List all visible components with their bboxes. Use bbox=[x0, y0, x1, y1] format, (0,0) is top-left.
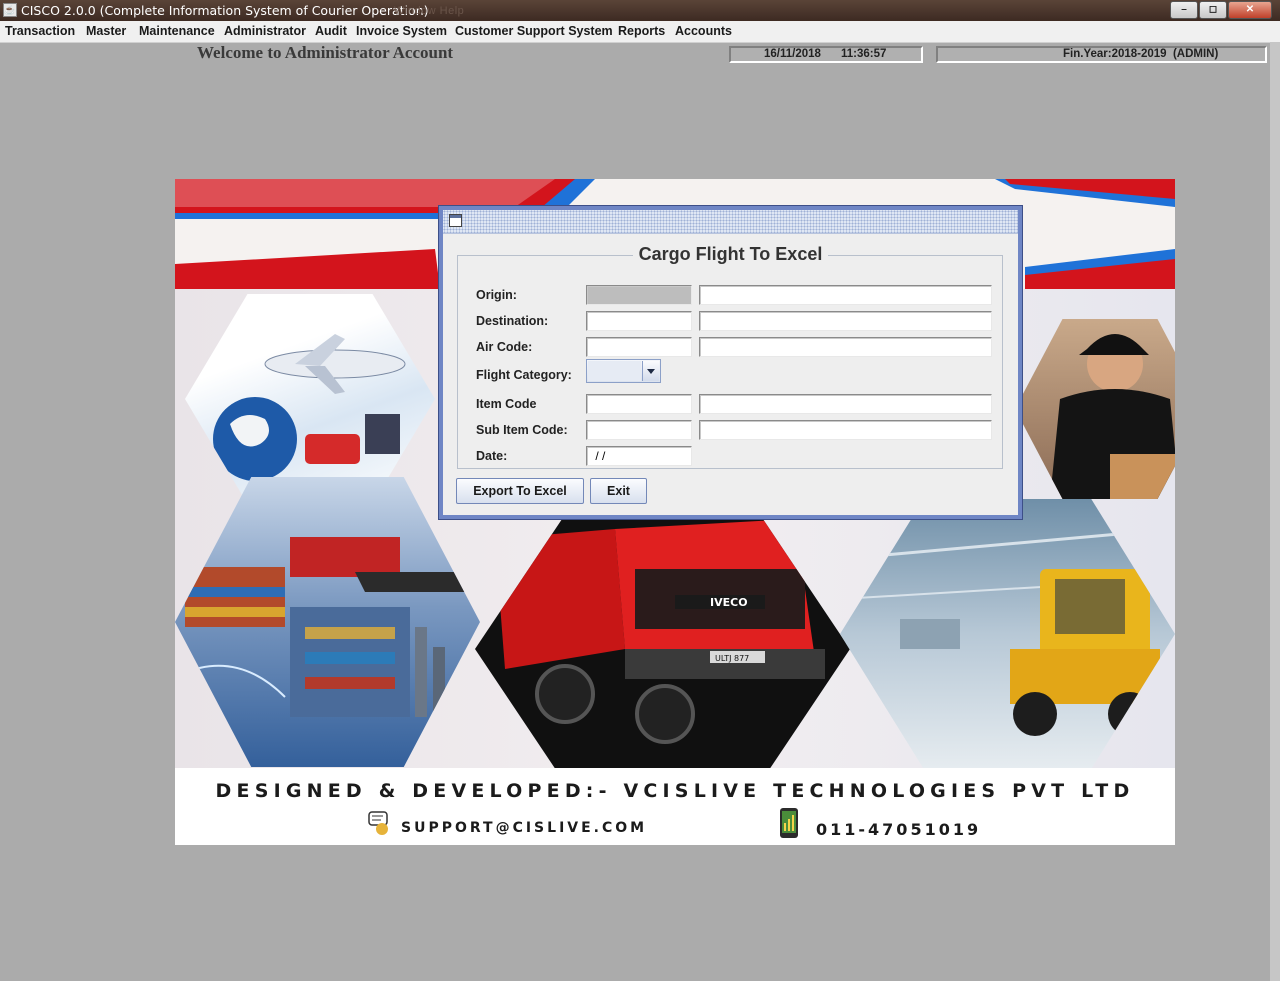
dialog-heading-text: Cargo Flight To Excel bbox=[632, 244, 829, 264]
close-button[interactable]: ✕ bbox=[1228, 1, 1272, 19]
menu-reports[interactable]: Reports bbox=[618, 24, 665, 38]
menu-invoice-system[interactable]: Invoice System bbox=[356, 24, 447, 38]
chevron-down-icon[interactable] bbox=[642, 361, 659, 381]
flight-category-value bbox=[588, 361, 641, 381]
air-code-field[interactable] bbox=[586, 337, 692, 357]
right-edge-panel bbox=[1270, 42, 1280, 981]
export-to-excel-button[interactable]: Export To Excel bbox=[456, 478, 584, 504]
menu-master[interactable]: Master bbox=[86, 24, 126, 38]
banner-footer: DESIGNED & DEVELOPED:- VCISLIVE TECHNOLO… bbox=[175, 768, 1175, 845]
item-name-field[interactable] bbox=[699, 394, 992, 414]
window-controls: – ◻ ✕ bbox=[1170, 1, 1272, 19]
item-code-label: Item Code bbox=[476, 397, 537, 411]
status-time: 11:36:57 bbox=[841, 48, 887, 60]
welcome-heading: Welcome to Administrator Account bbox=[197, 43, 454, 62]
flight-category-select[interactable] bbox=[586, 359, 661, 383]
menu-transaction[interactable]: Transaction bbox=[5, 24, 75, 38]
destination-name-field[interactable] bbox=[699, 311, 992, 331]
origin-label: Origin: bbox=[476, 288, 517, 302]
destination-label: Destination: bbox=[476, 314, 549, 328]
sub-item-code-label: Sub Item Code: bbox=[476, 423, 568, 437]
window-ghost-menu: Window Help bbox=[394, 5, 465, 17]
truck-brand-text: IVECO bbox=[710, 596, 748, 609]
support-phone: 011-47051019 bbox=[816, 820, 982, 839]
destination-code-field[interactable] bbox=[586, 311, 692, 331]
menu-audit[interactable]: Audit bbox=[315, 24, 347, 38]
developer-credit: DESIGNED & DEVELOPED:- VCISLIVE TECHNOLO… bbox=[215, 780, 1135, 802]
cargo-flight-dialog: Cargo Flight To Excel Origin: Destinatio… bbox=[439, 206, 1022, 519]
datetime-status: 16/11/2018 11:36:57 bbox=[729, 46, 923, 63]
date-label: Date: bbox=[476, 449, 508, 463]
menu-accounts[interactable]: Accounts bbox=[675, 24, 732, 38]
support-email: SUPPORT@CISLIVE.COM bbox=[401, 820, 648, 836]
window-title-bar: ☕ CISCO 2.0.0 (Complete Information Syst… bbox=[0, 0, 1280, 21]
flight-category-label: Flight Category: bbox=[476, 368, 572, 382]
menu-administrator[interactable]: Administrator bbox=[224, 24, 306, 38]
maximize-button[interactable]: ◻ bbox=[1199, 1, 1227, 19]
fin-year-status: Fin.Year:2018-2019 (ADMIN) bbox=[936, 46, 1267, 63]
menu-bar: Transaction Master Maintenance Administr… bbox=[0, 21, 1280, 43]
support-chat-icon bbox=[368, 810, 392, 836]
menu-customer-support-system[interactable]: Customer Support System bbox=[455, 24, 613, 38]
window-icon bbox=[449, 214, 462, 227]
java-app-icon: ☕ bbox=[3, 3, 17, 17]
truck-plate-text: ULTJ 877 bbox=[715, 654, 749, 663]
origin-code-field[interactable] bbox=[586, 285, 692, 305]
dialog-title-bar[interactable] bbox=[443, 210, 1018, 234]
sub-item-name-field[interactable] bbox=[699, 420, 992, 440]
fin-year-text: Fin.Year:2018-2019 (ADMIN) bbox=[1063, 48, 1219, 60]
menu-maintenance[interactable]: Maintenance bbox=[139, 24, 215, 38]
window-title: CISCO 2.0.0 (Complete Information System… bbox=[21, 3, 429, 18]
air-code-label: Air Code: bbox=[476, 340, 533, 354]
minimize-button[interactable]: – bbox=[1170, 1, 1198, 19]
air-name-field[interactable] bbox=[699, 337, 992, 357]
origin-name-field[interactable] bbox=[699, 285, 992, 305]
exit-button[interactable]: Exit bbox=[590, 478, 647, 504]
item-code-field[interactable] bbox=[586, 394, 692, 414]
date-field[interactable] bbox=[586, 446, 692, 466]
phone-icon bbox=[778, 807, 800, 839]
status-date: 16/11/2018 bbox=[764, 48, 821, 60]
sub-item-code-field[interactable] bbox=[586, 420, 692, 440]
dialog-heading: Cargo Flight To Excel bbox=[443, 244, 1018, 265]
